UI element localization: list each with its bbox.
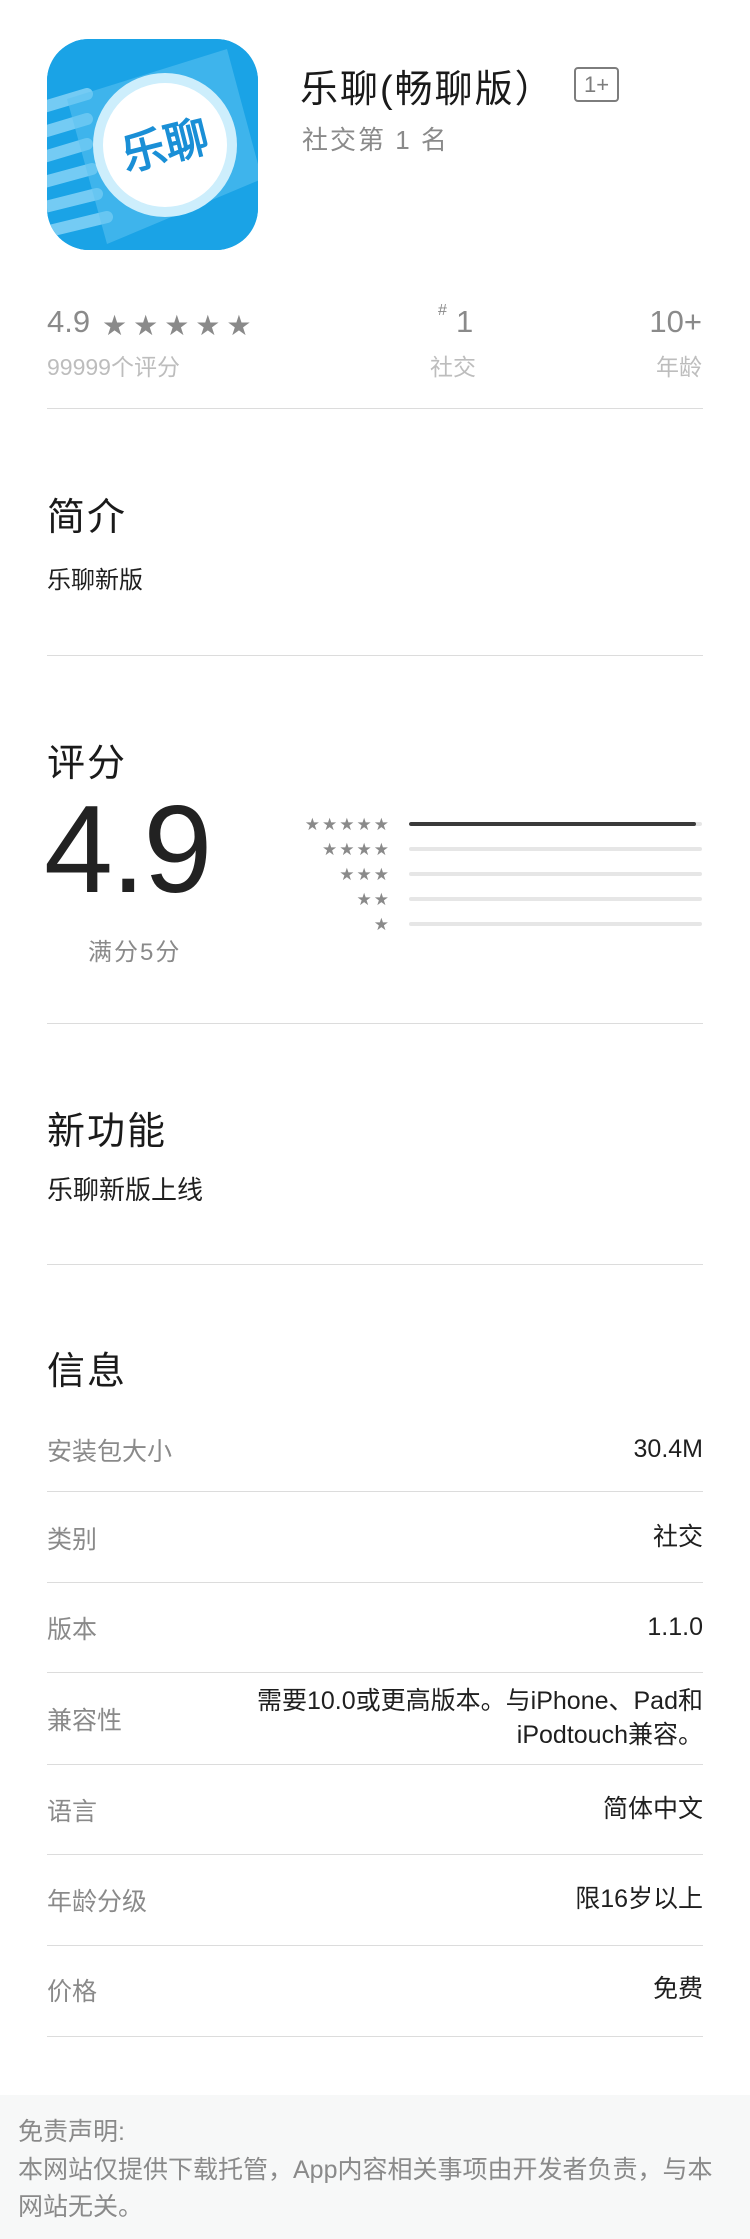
info-row-price: 价格 免费 xyxy=(47,1960,703,2020)
divider xyxy=(47,655,703,656)
info-label: 版本 xyxy=(47,1616,98,1644)
divider xyxy=(47,1023,703,1024)
info-label: 年龄分级 xyxy=(47,1888,148,1916)
info-value: 免费 xyxy=(652,1975,703,2004)
info-row-category: 类别 社交 xyxy=(47,1508,703,1568)
ratings-title: 评分 xyxy=(47,743,128,785)
rank-hash: # xyxy=(438,302,447,319)
rating-bar-row: ★★ xyxy=(281,889,702,909)
info-row-language: 语言 简体中文 xyxy=(47,1780,703,1840)
info-value: 限16岁以上 xyxy=(575,1885,703,1914)
rating-bar-stars-icon: ★★ xyxy=(356,889,391,909)
divider xyxy=(47,1764,703,1765)
rank-value: 1 xyxy=(456,304,474,339)
info-row-version: 版本 1.1.0 xyxy=(47,1598,703,1658)
info-label: 语言 xyxy=(47,1798,98,1826)
info-value: 1.1.0 xyxy=(647,1613,703,1642)
rating-bar-track xyxy=(409,872,702,876)
rating-bar-row: ★★★★ xyxy=(281,839,702,859)
whats-new-body: 乐聊新版上线 xyxy=(47,1175,204,1205)
divider xyxy=(47,1491,703,1492)
info-value: 30.4M xyxy=(633,1435,703,1464)
rating-bar-track xyxy=(409,847,702,851)
age-label: 年龄 xyxy=(656,354,702,380)
rating-bar-row: ★★★ xyxy=(281,864,702,884)
divider xyxy=(47,1854,703,1855)
rating-bar-track xyxy=(409,897,702,901)
info-value-line: iPodtouch兼容。 xyxy=(516,1721,703,1749)
big-score: 4.9 xyxy=(44,781,212,919)
divider xyxy=(47,1264,703,1265)
rating-bar-track xyxy=(409,922,702,926)
info-row-age-rating: 年龄分级 限16岁以上 xyxy=(47,1870,703,1930)
disclaimer-title: 免责声明: xyxy=(18,2118,125,2146)
info-value: 简体中文 xyxy=(602,1795,703,1824)
info-label: 安装包大小 xyxy=(47,1438,173,1466)
rating-value: 4.9 xyxy=(47,304,91,339)
rating-bar-track xyxy=(409,822,702,826)
info-value: 社交 xyxy=(652,1523,703,1552)
info-value-line: 需要10.0或更高版本。与iPhone、Pad和 xyxy=(257,1687,703,1716)
intro-body: 乐聊新版 xyxy=(47,567,143,594)
info-title: 信息 xyxy=(47,1351,128,1393)
rating-bar-stars-icon: ★★★ xyxy=(339,864,391,884)
age-value: 10+ xyxy=(649,304,702,339)
score-caption: 满分5分 xyxy=(88,939,182,966)
info-label: 价格 xyxy=(47,1978,98,2006)
rating-bar-stars-icon: ★ xyxy=(373,914,391,934)
divider xyxy=(47,1945,703,1946)
intro-title: 简介 xyxy=(47,497,128,539)
info-label: 兼容性 xyxy=(47,1707,123,1735)
info-row-size: 安装包大小 30.4M xyxy=(47,1420,703,1480)
info-value: 需要10.0或更高版本。与iPhone、Pad和 iPodtouch兼容。 xyxy=(257,1685,703,1753)
whats-new-title: 新功能 xyxy=(47,1111,168,1153)
divider xyxy=(47,1582,703,1583)
info-label: 类别 xyxy=(47,1526,98,1554)
divider xyxy=(47,408,703,409)
rating-bar-row: ★★★★★ xyxy=(281,814,702,834)
age-badge: 1+ xyxy=(574,67,619,102)
disclaimer-body: 本网站仅提供下载托管，App内容相关事项由开发者负责，与本网站无关。 xyxy=(18,2155,713,2222)
app-icon: 乐聊 xyxy=(47,39,258,250)
rank-label: 社交 xyxy=(430,354,476,380)
rating-bar-stars-icon: ★★★★★ xyxy=(304,814,391,834)
rating-bar-fill xyxy=(409,822,697,826)
category-rank: 社交第 1 名 xyxy=(302,125,449,155)
disclaimer: 免责声明: 本网站仅提供下载托管，App内容相关事项由开发者负责，与本网站无关。 xyxy=(18,2114,730,2227)
rating-stars-icon: ★★★★★ xyxy=(102,310,258,341)
rating-bar-stars-icon: ★★★★ xyxy=(322,839,391,859)
divider xyxy=(47,2036,703,2037)
rating-count: 99999个评分 xyxy=(47,354,180,380)
rating-bar-row: ★ xyxy=(281,914,702,934)
divider xyxy=(47,1672,703,1673)
info-row-compatibility: 兼容性 需要10.0或更高版本。与iPhone、Pad和 iPodtouch兼容… xyxy=(47,1682,703,1756)
app-detail-page: 乐聊 乐聊(畅聊版） 1+ 社交第 1 名 4.9 ★★★★★ 99999个评分… xyxy=(0,0,750,2095)
app-title: 乐聊(畅聊版） xyxy=(300,69,555,111)
